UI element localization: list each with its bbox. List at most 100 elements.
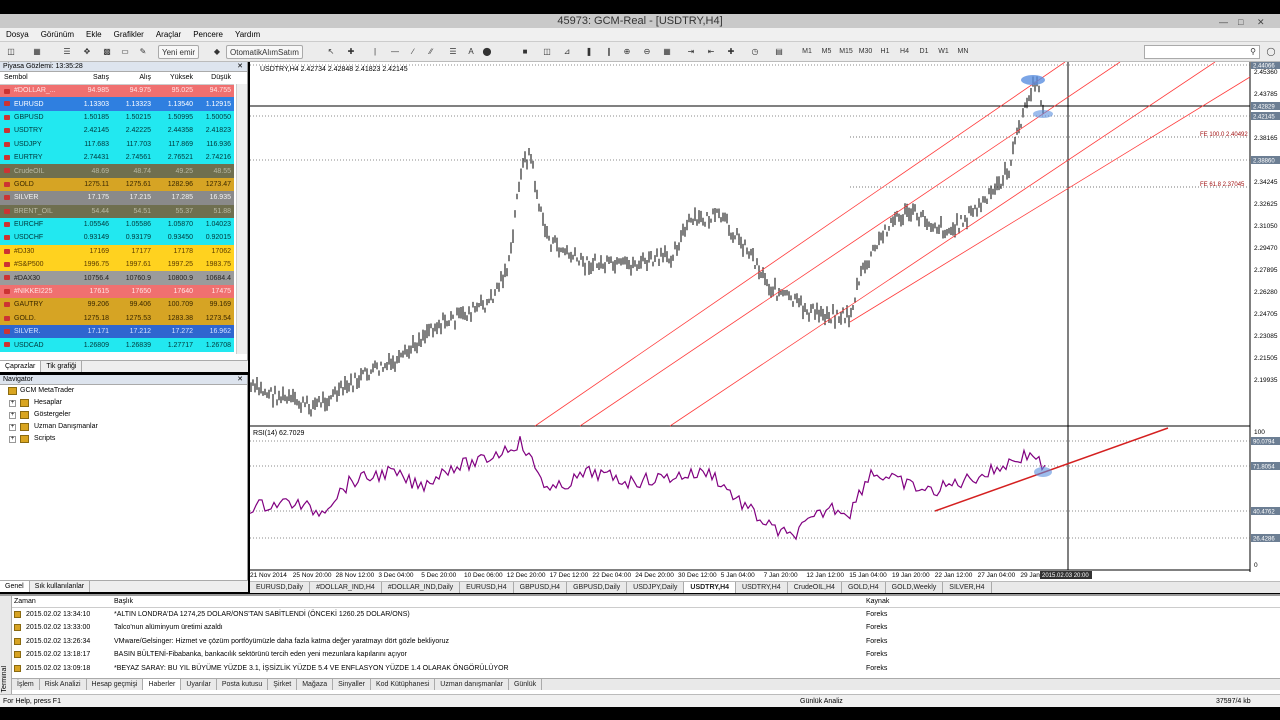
period-m1[interactable]: M1 xyxy=(800,45,814,59)
chart-tab[interactable]: GOLD,H4 xyxy=(842,582,886,593)
navigator-item[interactable]: + Göstergeler xyxy=(0,409,247,421)
menu-pencere[interactable]: Pencere xyxy=(187,28,229,42)
watch-row[interactable]: CrudeOIL 48.69 48.74 49.25 48.55 xyxy=(0,164,234,178)
watch-row[interactable]: EURTRY 2.74431 2.74561 2.76521 2.74216 xyxy=(0,150,234,165)
chart-tab[interactable]: GBPUSD,H4 xyxy=(514,582,568,593)
profiles-icon[interactable]: ▦ xyxy=(30,45,44,59)
news-row[interactable]: 2015.02.02 13:18:17 BASIN BÜLTENİ-Fibaban… xyxy=(12,648,1280,661)
terminal-tab[interactable]: Mağaza xyxy=(297,679,334,690)
navigator-tab[interactable]: Sık kullanılanlar xyxy=(30,581,91,592)
chart-tab[interactable]: SILVER,H4 xyxy=(943,582,992,593)
community-icon[interactable]: ◯ xyxy=(1264,45,1278,59)
terminal-tab[interactable]: Günlük xyxy=(509,679,543,690)
watch-row[interactable]: #NIKKEI225 17615 17650 17640 17475 xyxy=(0,284,234,299)
watch-tab[interactable]: Çaprazlar xyxy=(0,361,42,372)
chart-tab[interactable]: USDTRY,H4 xyxy=(684,582,737,593)
terminal-icon[interactable]: ▭ xyxy=(118,45,132,59)
bars-icon[interactable]: ❚ xyxy=(582,45,596,59)
bar-chart-icon[interactable]: ■ xyxy=(518,45,532,59)
terminal-tab[interactable]: Kod Kütüphanesi xyxy=(371,679,436,690)
menu-dosya[interactable]: Dosya xyxy=(0,28,35,42)
terminal-tab[interactable]: Uyarılar xyxy=(181,679,217,690)
period-mn[interactable]: MN xyxy=(956,45,970,59)
zoom-in-icon[interactable]: ⊕ xyxy=(620,45,634,59)
chart-tab[interactable]: USDTRY,H4 xyxy=(736,582,788,593)
terminal-tab[interactable]: Uzman danışmanlar xyxy=(435,679,509,690)
period-w1[interactable]: W1 xyxy=(937,45,951,59)
menu-grafikler[interactable]: Grafikler xyxy=(108,28,150,42)
templates-icon[interactable]: ▤ xyxy=(772,45,786,59)
chart-shift-icon[interactable]: ⇤ xyxy=(704,45,718,59)
restore-icon[interactable]: □ xyxy=(1238,15,1243,29)
autoscroll-icon[interactable]: ⇥ xyxy=(684,45,698,59)
col-source[interactable]: Kaynak xyxy=(866,596,889,608)
expand-icon[interactable]: + xyxy=(9,412,16,419)
watch-row[interactable]: GBPUSD 1.50185 1.50215 1.50995 1.50050 xyxy=(0,110,234,125)
terminal-tab[interactable]: Sinyaller xyxy=(333,679,371,690)
watch-col-header[interactable]: Yüksek xyxy=(154,72,196,85)
close-icon[interactable]: ✕ xyxy=(237,62,243,72)
fibonacci-icon[interactable]: ☰ xyxy=(446,45,460,59)
col-time[interactable]: Zaman xyxy=(14,596,36,608)
crosshair-icon[interactable]: ✚ xyxy=(344,45,358,59)
minimize-icon[interactable]: — xyxy=(1219,15,1228,29)
indicators-icon[interactable]: ✚ xyxy=(724,45,738,59)
watch-row[interactable]: GOLD. 1275.18 1275.53 1283.38 1273.54 xyxy=(0,311,234,326)
news-row[interactable]: 2015.02.02 13:33:00 Talco'nun alüminyum ü… xyxy=(12,621,1280,634)
menu-yardım[interactable]: Yardım xyxy=(229,28,266,42)
watch-col-header[interactable]: Satış xyxy=(70,72,112,85)
candles-icon[interactable]: ❙ xyxy=(602,45,616,59)
watch-row[interactable]: USDCHF 0.93149 0.93179 0.93450 0.92015 xyxy=(0,231,234,245)
period-m30[interactable]: M30 xyxy=(859,45,873,59)
terminal-tab[interactable]: İşlem xyxy=(12,679,40,690)
tile-icon[interactable]: ▦ xyxy=(660,45,674,59)
close-icon[interactable]: ✕ xyxy=(1257,15,1265,29)
navigator-item[interactable]: + Hesaplar xyxy=(0,397,247,409)
watch-row[interactable]: #S&P500 1996.75 1997.61 1997.25 1983.75 xyxy=(0,258,234,272)
periods-icon[interactable]: ◷ xyxy=(748,45,762,59)
search-input[interactable] xyxy=(1144,45,1260,59)
period-m5[interactable]: M5 xyxy=(820,45,834,59)
chart-tab[interactable]: GBPUSD,Daily xyxy=(567,582,628,593)
expand-icon[interactable]: + xyxy=(9,400,16,407)
terminal-tab[interactable]: Hesap geçmişi xyxy=(87,679,144,690)
news-row[interactable]: 2015.02.02 13:26:34 VMware/Gelsinger: Hiz… xyxy=(12,635,1280,648)
tester-icon[interactable]: ✎ xyxy=(136,45,150,59)
navigator-item[interactable]: + Uzman Danışmanlar xyxy=(0,421,247,433)
market-watch-scrollbar[interactable] xyxy=(236,84,247,354)
news-row[interactable]: 2015.02.02 13:34:10 *ALTIN LONDRA'DA 1274… xyxy=(12,608,1280,621)
terminal-tab[interactable]: Risk Analizi xyxy=(40,679,87,690)
trendline-icon[interactable]: ∕ xyxy=(406,45,420,59)
watch-col-header[interactable]: Düşük xyxy=(196,72,234,85)
text-icon[interactable]: A xyxy=(464,45,478,59)
period-d1[interactable]: D1 xyxy=(917,45,931,59)
chart-tab[interactable]: USDJPY,Daily xyxy=(627,582,685,593)
watch-row[interactable]: SILVER. 17.171 17.212 17.272 16.962 xyxy=(0,325,234,339)
watch-col-header[interactable]: Sembol xyxy=(0,72,70,85)
vertical-line-icon[interactable]: | xyxy=(368,45,382,59)
data-window-icon[interactable]: ▩ xyxy=(100,45,114,59)
period-h4[interactable]: H4 xyxy=(898,45,912,59)
chart-tab[interactable]: GOLD,Weekly xyxy=(886,582,944,593)
watch-row[interactable]: USDTRY 2.42145 2.42225 2.44358 2.41823 xyxy=(0,124,234,138)
horizontal-line-icon[interactable]: — xyxy=(388,45,402,59)
chart-window[interactable]: USDTRY,H4 2.42734 2.42848 2.41823 2.4214… xyxy=(249,61,1280,582)
watch-col-header[interactable]: Alış xyxy=(112,72,154,85)
candle-chart-icon[interactable]: ◫ xyxy=(540,45,554,59)
news-row[interactable]: 2015.02.02 13:09:18 *BEYAZ SARAY: BU YIL … xyxy=(12,662,1280,675)
price-chart[interactable]: USDTRY,H4 2.42734 2.42848 2.41823 2.4214… xyxy=(249,61,1280,582)
ellipse-icon[interactable]: ⬤ xyxy=(480,45,494,59)
watch-tab[interactable]: Tik grafiği xyxy=(41,361,83,372)
highlight-ellipse[interactable] xyxy=(1034,467,1052,477)
period-h1[interactable]: H1 xyxy=(878,45,892,59)
channel-icon[interactable]: ∕∕ xyxy=(424,45,438,59)
watch-row[interactable]: BRENT_OIL 54.44 54.51 55.37 51.88 xyxy=(0,204,234,218)
metaeditor-icon[interactable]: ◆ xyxy=(210,45,224,59)
zoom-out-icon[interactable]: ⊖ xyxy=(640,45,654,59)
menu-ekle[interactable]: Ekle xyxy=(80,28,108,42)
navigator-item[interactable]: GCM MetaTrader xyxy=(0,385,247,397)
terminal-tab[interactable]: Posta kutusu xyxy=(217,679,269,690)
navigator-item[interactable]: + Scripts xyxy=(0,433,247,445)
watch-row[interactable]: GAUTRY 99.206 99.406 100.709 99.169 xyxy=(0,298,234,312)
line-chart-icon[interactable]: ⊿ xyxy=(560,45,574,59)
